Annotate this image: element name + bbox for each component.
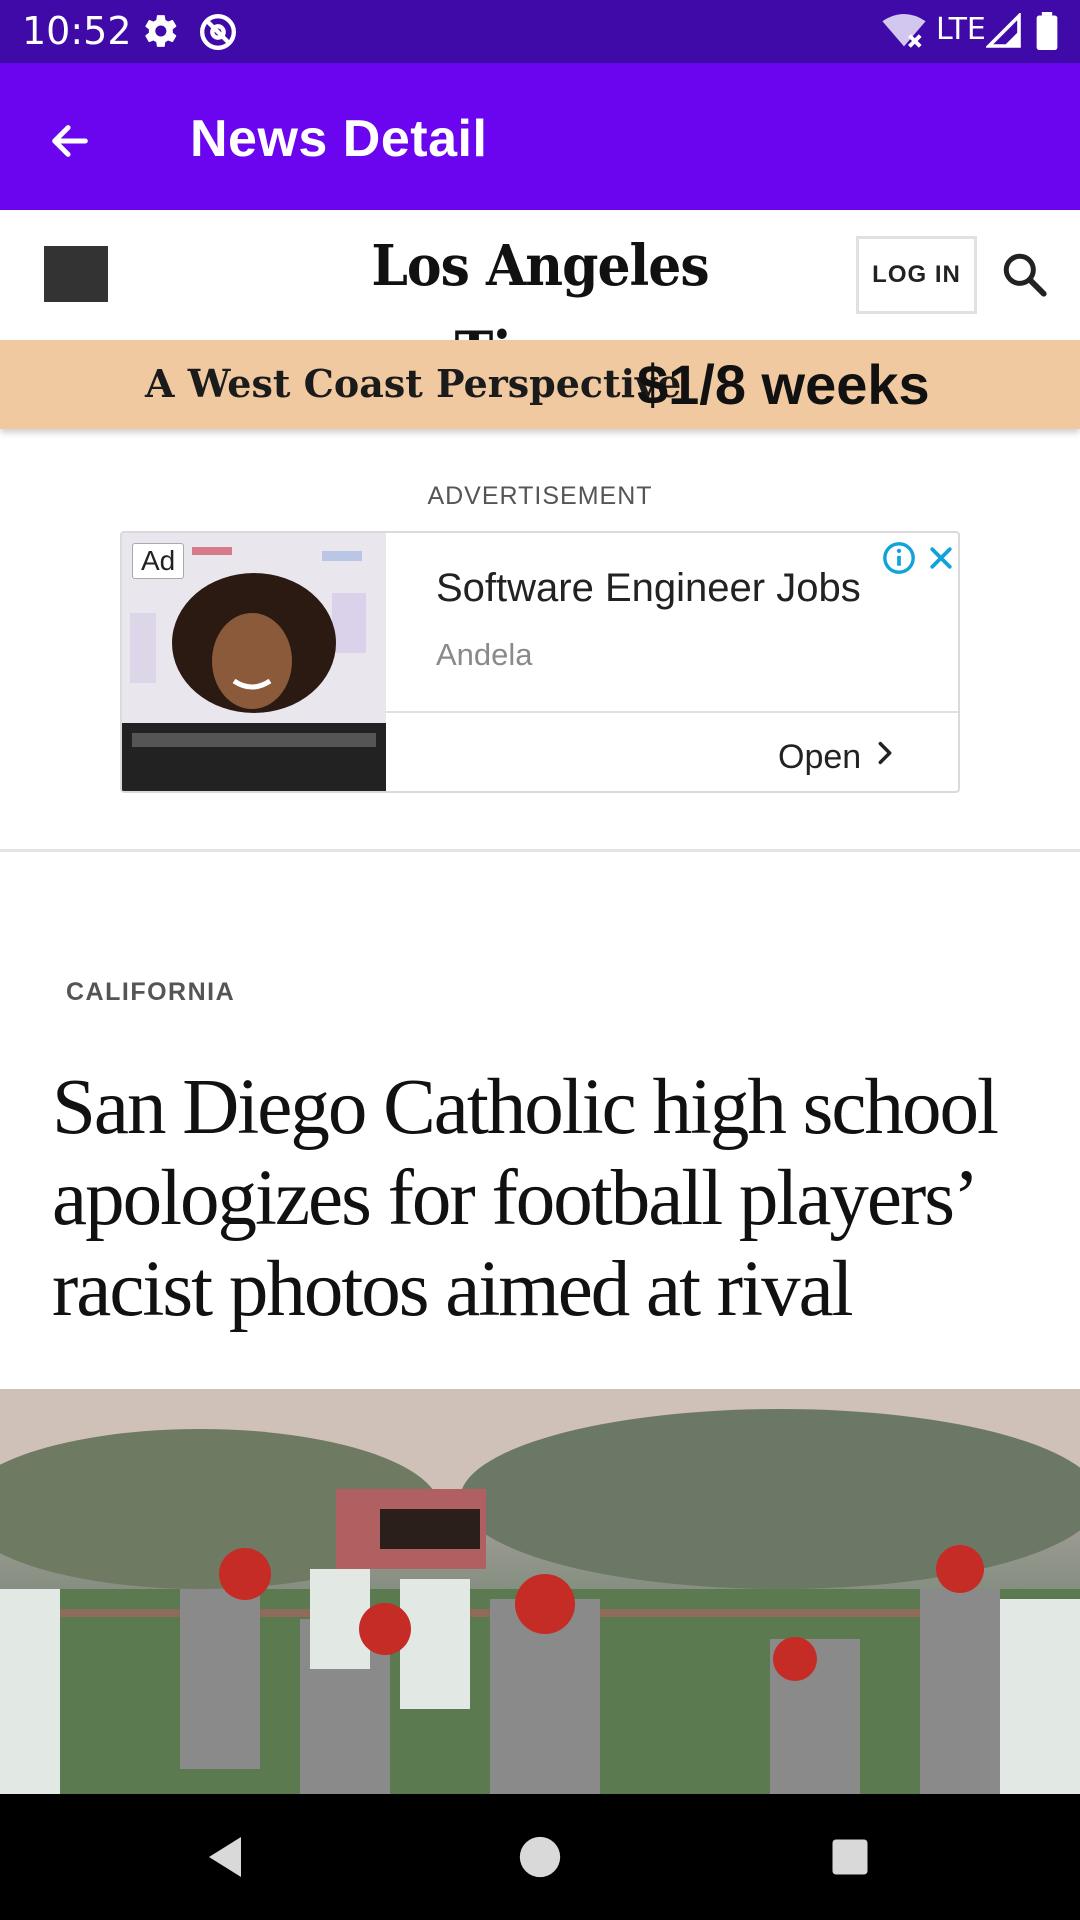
app-bar: News Detail [0,63,1080,210]
divider [0,849,1080,852]
back-button[interactable] [32,105,108,181]
article-headline: San Diego Catholic high school apologize… [52,1064,999,1333]
info-icon [882,542,916,579]
nav-back-button[interactable] [190,1824,260,1894]
nav-home-button[interactable] [505,1824,575,1894]
site-header: Los Angeles Times LOG IN [0,210,1080,386]
ad-divider [386,711,958,713]
article-photo [0,1389,1080,1794]
section-label[interactable]: CALIFORNIA [66,978,235,1007]
ad-sponsor: Andela [436,637,533,672]
ad-open-button[interactable]: Open [778,729,899,785]
back-triangle-icon [201,1832,249,1887]
at-sign-icon [198,12,238,57]
app-bar-title: News Detail [190,110,488,168]
promo-offer: $1/8 weeks [637,353,930,416]
battery-icon [1036,12,1058,55]
ad-close-button[interactable] [926,541,956,575]
nav-recents-button[interactable] [815,1824,885,1894]
login-button[interactable]: LOG IN [856,236,977,314]
advertisement-label: ADVERTISEMENT [427,482,653,510]
hamburger-icon [44,246,108,302]
ad-badge: Ad [132,543,185,579]
search-icon [1000,253,1050,304]
ad-title[interactable]: Software Engineer Jobs [436,563,861,613]
ad-info-button[interactable] [882,541,916,575]
signal-icon [984,11,1022,54]
arrow-left-icon [47,118,93,169]
system-nav-bar [0,1794,1080,1920]
ad-open-label: Open [778,737,862,776]
chevron-right-icon [871,738,899,777]
ad-image: Ad [122,533,386,791]
settings-icon [142,12,180,55]
status-bar: 10:52 LTE [0,0,1080,63]
promo-tagline: A West Coast Perspective [145,361,682,406]
search-button[interactable] [1000,250,1056,306]
close-icon [926,547,956,579]
subscription-promo[interactable]: A West Coast Perspective $1/8 weeks [0,340,1080,429]
menu-button[interactable] [44,246,108,302]
wifi-off-icon [882,14,926,55]
home-circle-icon [518,1835,562,1884]
ad-card[interactable]: Ad Software Engineer Jobs Andela Open [120,531,960,793]
status-time: 10:52 [22,9,132,53]
recents-square-icon [829,1836,871,1883]
network-type: LTE [936,12,986,47]
